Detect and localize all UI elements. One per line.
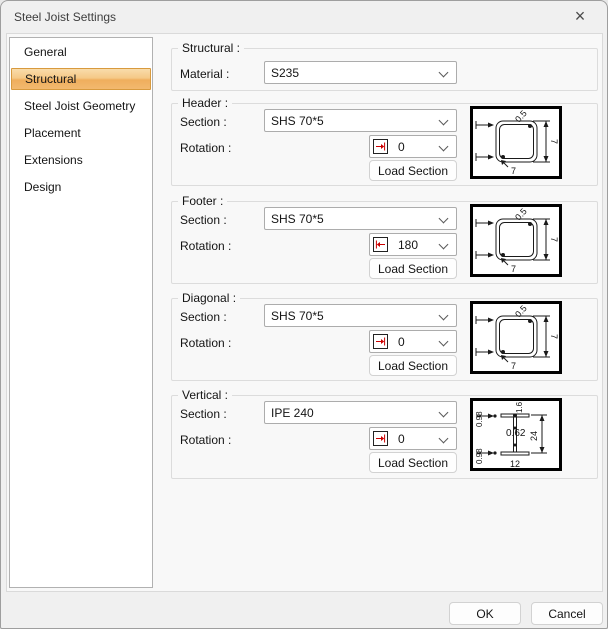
rotation-label: Rotation : [180, 141, 231, 155]
header-rotation-combobox[interactable]: 0 [369, 135, 457, 158]
footer-section-combobox[interactable]: SHS 70*5 [264, 207, 457, 230]
vertical-load-section-button[interactable]: Load Section [369, 452, 457, 473]
dim-right: 7 [549, 139, 559, 144]
section-label: Section : [180, 407, 227, 421]
footer-load-section-button[interactable]: Load Section [369, 258, 457, 279]
diagonal-load-section-button[interactable]: Load Section [369, 355, 457, 376]
diagonal-rotation-value: 0 [398, 335, 405, 349]
material-value: S235 [265, 66, 299, 80]
rotation-right-icon [373, 139, 388, 154]
diagonal-section-value: SHS 70*5 [265, 309, 324, 323]
section-label: Section : [180, 115, 227, 129]
footer-rotation-value: 180 [398, 238, 418, 252]
vertical-rotation-value: 0 [398, 432, 405, 446]
sidebar-item-extensions[interactable]: Extensions [11, 149, 151, 171]
chevron-down-icon [439, 337, 449, 347]
rotation-label: Rotation : [180, 336, 231, 350]
window-title: Steel Joist Settings [14, 10, 116, 24]
rotation-label: Rotation : [180, 433, 231, 447]
chevron-down-icon [439, 311, 449, 321]
header-rotation-value: 0 [398, 140, 405, 154]
sidebar-item-steel-joist-geometry[interactable]: Steel Joist Geometry [11, 95, 151, 117]
dim-left-bottom: 0.98 [475, 448, 484, 464]
sidebar-item-general[interactable]: General [11, 41, 151, 63]
vertical-rotation-combobox[interactable]: 0 [369, 427, 457, 450]
diagonal-group-label: Diagonal : [178, 291, 240, 306]
dim-bottom: 7 [511, 166, 516, 176]
diagonal-section-preview: 7 7 0.5 [470, 301, 562, 374]
steel-joist-settings-dialog: Steel Joist Settings × General Structura… [0, 0, 608, 629]
material-label: Material : [180, 67, 229, 81]
sidebar-item-structural[interactable]: Structural [11, 68, 151, 90]
footer-rotation-combobox[interactable]: 180 [369, 233, 457, 256]
vertical-section-value: IPE 240 [265, 406, 314, 420]
structural-group: Structural : Material : S235 [171, 48, 598, 91]
rotation-right-icon [373, 334, 388, 349]
close-icon[interactable]: × [561, 3, 599, 30]
title-bar: Steel Joist Settings × [1, 1, 607, 33]
dim-left-top: 0.98 [475, 411, 484, 427]
dim-corner: 0.5 [513, 207, 529, 222]
dim-top: 1.6 [515, 401, 524, 413]
diagonal-section-combobox[interactable]: SHS 70*5 [264, 304, 457, 327]
rotation-right-icon [373, 431, 388, 446]
dim-right: 7 [549, 237, 559, 242]
dim-corner: 0.5 [513, 109, 529, 124]
dim-right: 7 [549, 334, 559, 339]
diagonal-rotation-combobox[interactable]: 0 [369, 330, 457, 353]
sidebar-item-placement[interactable]: Placement [11, 122, 151, 144]
chevron-down-icon [439, 68, 449, 78]
chevron-down-icon [439, 240, 449, 250]
rotation-left-icon [373, 237, 388, 252]
header-section-preview: 7 7 0.5 [470, 106, 562, 179]
dim-bottom: 12 [510, 459, 520, 468]
header-section-combobox[interactable]: SHS 70*5 [264, 109, 457, 132]
header-group-label: Header : [178, 96, 232, 111]
chevron-down-icon [439, 408, 449, 418]
chevron-down-icon [439, 116, 449, 126]
dim-center: 0.62 [506, 428, 526, 439]
cancel-button[interactable]: Cancel [531, 602, 603, 625]
vertical-section-preview: 0.98 0.98 1.6 0.62 24 12 [470, 398, 562, 471]
structural-group-label: Structural : [178, 41, 244, 56]
dim-bottom: 7 [511, 264, 516, 274]
header-group: Header : Section : SHS 70*5 Rotation : 0… [171, 103, 598, 186]
ok-button[interactable]: OK [449, 602, 521, 625]
sidebar-item-design[interactable]: Design [11, 176, 151, 198]
header-section-value: SHS 70*5 [265, 114, 324, 128]
material-combobox[interactable]: S235 [264, 61, 457, 84]
vertical-section-combobox[interactable]: IPE 240 [264, 401, 457, 424]
header-load-section-button[interactable]: Load Section [369, 160, 457, 181]
vertical-group-label: Vertical : [178, 388, 232, 403]
dim-bottom: 7 [511, 361, 516, 371]
footer-group: Footer : Section : SHS 70*5 Rotation : 1… [171, 201, 598, 284]
dim-corner: 0.5 [513, 304, 529, 319]
chevron-down-icon [439, 142, 449, 152]
diagonal-group: Diagonal : Section : SHS 70*5 Rotation :… [171, 298, 598, 381]
footer-group-label: Footer : [178, 194, 227, 209]
chevron-down-icon [439, 434, 449, 444]
rotation-label: Rotation : [180, 239, 231, 253]
settings-nav-list: General Structural Steel Joist Geometry … [9, 37, 153, 588]
section-label: Section : [180, 310, 227, 324]
footer-section-preview: 7 7 0.5 [470, 204, 562, 277]
vertical-group: Vertical : Section : IPE 240 Rotation : … [171, 395, 598, 479]
dim-right: 24 [529, 431, 539, 441]
footer-section-value: SHS 70*5 [265, 212, 324, 226]
chevron-down-icon [439, 214, 449, 224]
section-label: Section : [180, 213, 227, 227]
